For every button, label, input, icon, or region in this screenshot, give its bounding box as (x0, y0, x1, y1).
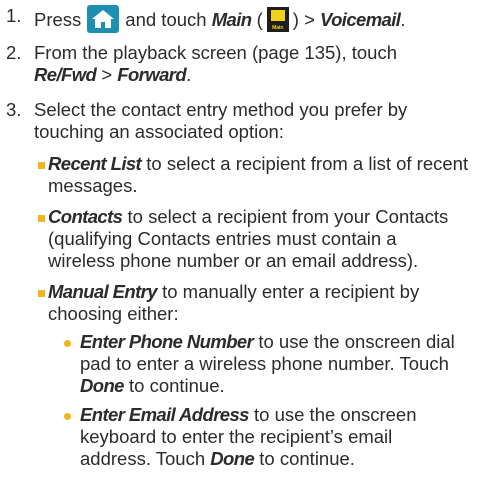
sub-option-name: Enter Phone Number (80, 331, 254, 352)
bullet-square (38, 290, 45, 297)
forward-label: Forward (117, 64, 187, 85)
option-line: Manual Entry to manually enter a recipie… (48, 281, 478, 303)
step-text-and-touch: and touch (125, 9, 207, 30)
separator: > (96, 64, 118, 85)
step-text-line: Re/Fwd > Forward. (34, 64, 478, 86)
option-line: Contacts to select a recipient from your… (48, 206, 478, 228)
option-line: choosing either: (48, 303, 179, 324)
step-text-line: touching an associated option: (34, 121, 284, 142)
separator: > (298, 9, 321, 30)
period: . (400, 9, 406, 30)
step-text: Press and touch Main (Main) > Voicemail. (34, 5, 478, 33)
step-number: 3. (6, 99, 22, 120)
step-text-line: Select the contact entry method you pref… (34, 99, 408, 120)
step-text-line: From the playback screen (page 135), tou… (34, 42, 397, 63)
sub-option-text: Enter Phone Number to use the onscreen d… (80, 331, 478, 397)
bullet-square (38, 215, 45, 222)
voicemail-label: Voicemail (320, 9, 401, 30)
sub-option-text: Enter Email Address to use the onscreen … (80, 404, 478, 470)
step-text: From the playback screen (page 135), tou… (34, 42, 478, 86)
bullet-dot (64, 413, 71, 420)
option-desc: to select a recipient from your Contacts (122, 206, 449, 227)
main-label: Main (211, 9, 252, 30)
option-line: Recent List to select a recipient from a… (48, 153, 478, 175)
sub-option-line: keyboard to enter the recipient’s email (80, 426, 393, 447)
step-number: 2. (6, 42, 22, 63)
sub-option-line: pad to enter a wireless phone number. To… (80, 353, 449, 374)
step-text: Select the contact entry method you pref… (34, 99, 478, 143)
main-icon-label: Main (272, 25, 284, 31)
bullet-square (38, 162, 45, 169)
option-desc: to manually enter a recipient by (156, 281, 420, 302)
sub-option-tail: to continue. (254, 448, 355, 469)
option-text: Contacts to select a recipient from your… (48, 206, 478, 272)
sub-option-desc: address. Touch (80, 448, 211, 469)
sub-option-line: Done to continue. (80, 375, 478, 397)
option-name: Manual Entry (48, 281, 158, 302)
paren-open: ( (256, 9, 263, 30)
done-label: Done (80, 375, 124, 396)
sub-option-line: Enter Phone Number to use the onscreen d… (80, 331, 478, 353)
step-text-press: Press (34, 9, 82, 30)
bullet-dot (64, 340, 71, 347)
done-label: Done (210, 448, 255, 469)
option-desc: to select a recipient from a list of rec… (141, 153, 469, 174)
sub-option-line: Enter Email Address to use the onscreen (80, 404, 478, 426)
option-line: wireless phone number or an email addres… (48, 250, 419, 271)
sub-option-desc: to use the onscreen dial (253, 331, 455, 352)
option-line: (qualifying Contacts entries must contai… (48, 228, 397, 249)
option-name: Recent List (48, 153, 142, 174)
re-fwd-label: Re/Fwd (34, 64, 97, 85)
sub-option-desc: to use the onscreen (248, 404, 417, 425)
main-menu-icon: Main (266, 7, 289, 32)
sub-option-tail: to continue. (123, 375, 225, 396)
option-name: Contacts (48, 206, 123, 227)
sub-option-name: Enter Email Address (80, 404, 249, 425)
option-text: Recent List to select a recipient from a… (48, 153, 478, 197)
option-text: Manual Entry to manually enter a recipie… (48, 281, 478, 325)
period: . (186, 64, 192, 85)
option-line: messages. (48, 175, 138, 196)
instructions-page: 1. Press and touch Main (Main) > Voicemai… (0, 0, 486, 497)
sub-option-line: address. Touch Done to continue. (80, 448, 478, 470)
step-number: 1. (6, 5, 22, 26)
home-icon (87, 5, 120, 33)
